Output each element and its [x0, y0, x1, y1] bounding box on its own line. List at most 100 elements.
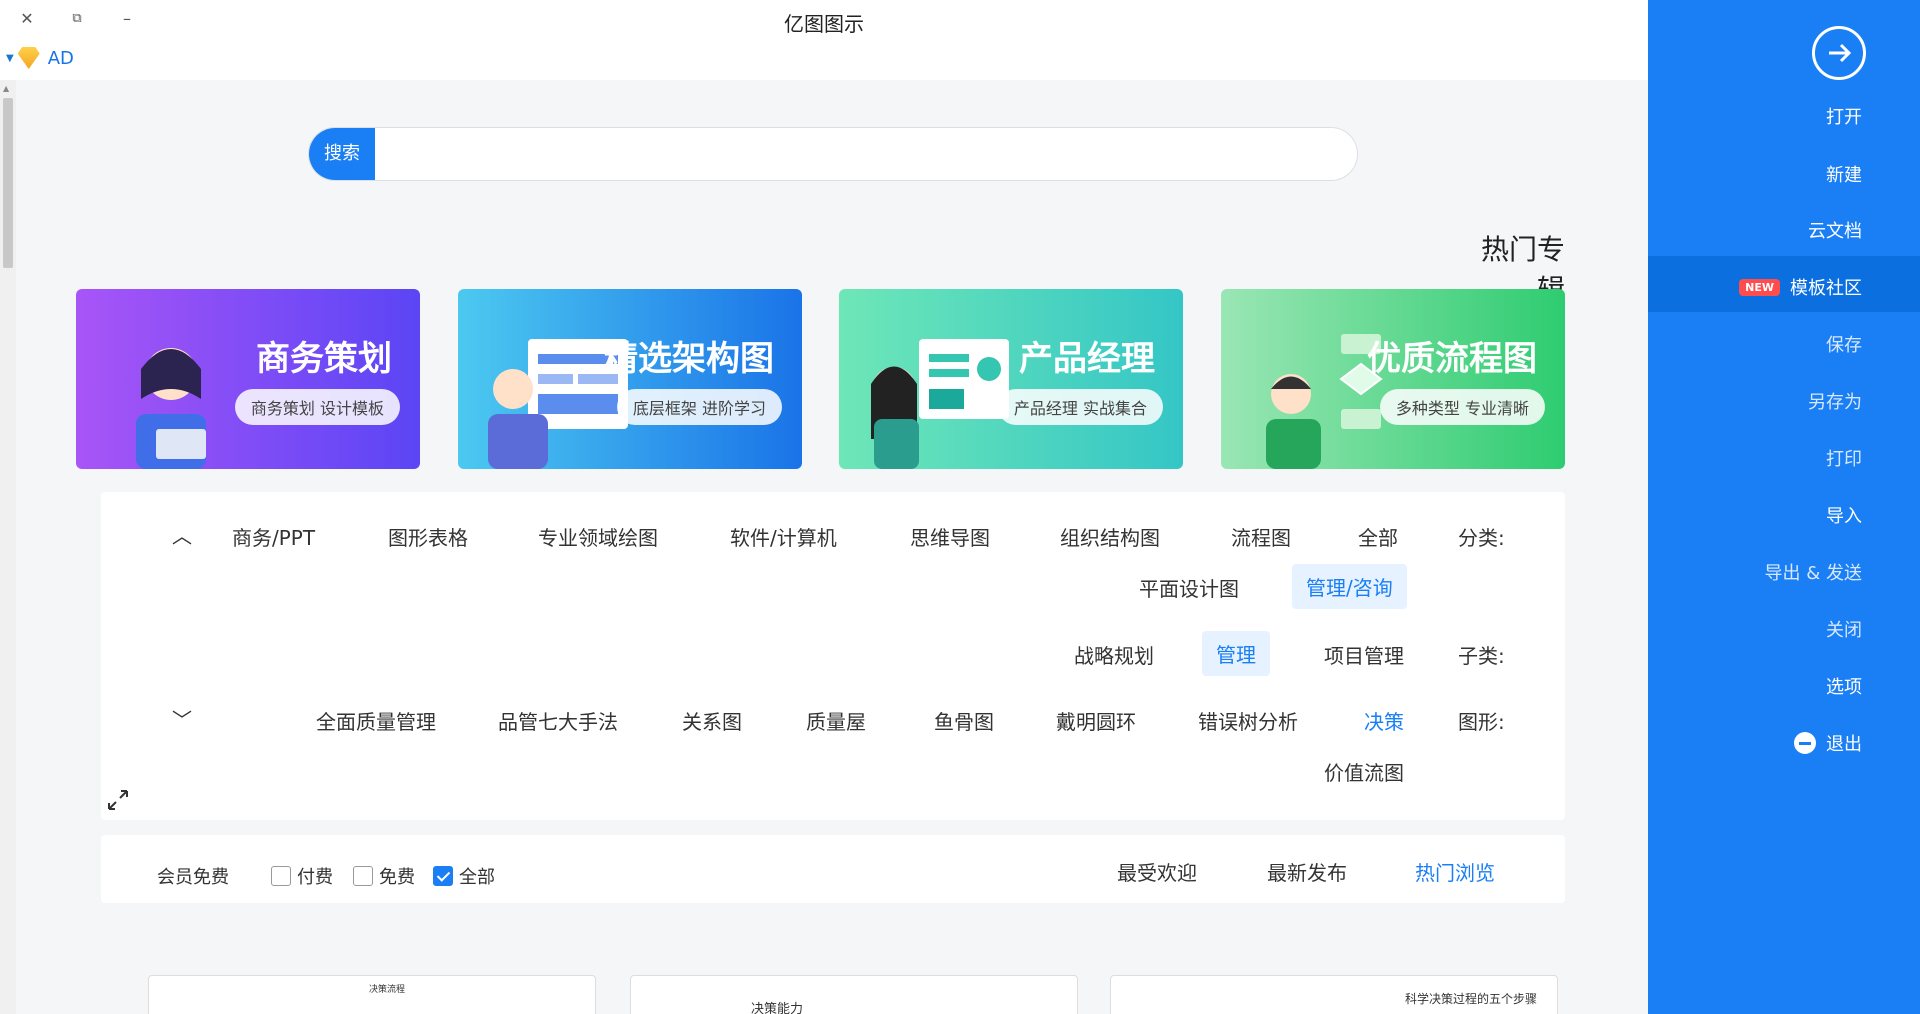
category-item[interactable]: 思维导图 [910, 522, 990, 551]
shape-item[interactable]: 价值流图 [1324, 757, 1404, 786]
checkbox-label: 会员免费 [157, 867, 229, 888]
account-label: AD [47, 47, 74, 69]
shape-item[interactable]: 全面质量管理 [316, 706, 436, 735]
sort-tab-newest[interactable]: 最新发布 [1267, 857, 1347, 886]
expand-chevron-icon[interactable]: ﹀ [172, 704, 192, 733]
sort-tab-hot[interactable]: 热门浏览 [1415, 857, 1495, 886]
sidebar-item-export[interactable]: 导出 & 发送 [1765, 559, 1862, 585]
category-label: 分类: [1458, 526, 1505, 550]
sort-bar: 热门浏览 最新发布 最受欢迎 全部 免费 付费 会员免费 [101, 835, 1565, 903]
category-item[interactable]: 专业领域绘图 [538, 522, 658, 551]
banner-subtitle: 商务策划 设计模板 [234, 389, 400, 425]
banner-business-plan[interactable]: 商务策划 商务策划 设计模板 [76, 289, 420, 469]
person-laptop-illustration [136, 348, 206, 469]
template-card[interactable]: 科学决策过程的五个步骤 [1110, 975, 1558, 1014]
category-item[interactable]: 图形表格 [388, 522, 468, 551]
template-card[interactable]: 决策能力 [630, 975, 1078, 1014]
search-button[interactable]: 搜索 [309, 128, 375, 180]
category-item[interactable]: 流程图 [1231, 522, 1291, 551]
subcategory-item-selected[interactable]: 管理 [1202, 631, 1270, 676]
card-title: 科学决策过程的五个步骤 [1404, 992, 1537, 1006]
sidebar-item-label: 打印 [1826, 449, 1862, 470]
sidebar-item-close[interactable]: 关闭 [1826, 616, 1862, 642]
app-title: 亿图图示 [784, 12, 864, 36]
sidebar-item-label: 导出 & 发送 [1764, 563, 1862, 584]
checkbox-icon [433, 866, 453, 886]
banner-title: 商务策划 [256, 339, 392, 379]
vip-gem-icon [17, 47, 40, 69]
banner-title: 精选架构图 [604, 339, 774, 379]
shape-label: 图形: [1458, 710, 1505, 734]
card-title: 决策流程 [369, 985, 406, 995]
sidebar-item-label: 模板社区 [1790, 278, 1862, 299]
sidebar-item-template-community[interactable]: NEW 模板社区 [1739, 274, 1862, 300]
card-title: 决策能力 [751, 1002, 804, 1014]
new-badge: NEW [1739, 278, 1780, 296]
sidebar-item-label: 保存 [1826, 335, 1862, 356]
sidebar-item-exit[interactable]: 退出 [1794, 730, 1862, 756]
sidebar-item-label: 导入 [1826, 506, 1862, 527]
category-item-selected[interactable]: 管理/咨询 [1292, 564, 1407, 609]
banner-subtitle: 多种类型 专业清晰 [1379, 389, 1545, 425]
checkbox-label: 全部 [459, 867, 495, 888]
subcategory-item[interactable]: 项目管理 [1324, 640, 1404, 669]
subcategory-item[interactable]: 战略规划 [1074, 640, 1154, 669]
category-item[interactable]: 平面设计图 [1139, 573, 1239, 602]
sidebar-item-label: 另存为 [1808, 392, 1862, 413]
banner-subtitle: 产品经理 实战集合 [997, 389, 1163, 425]
shape-item-selected[interactable]: 决策 [1364, 706, 1404, 735]
sidebar-item-label: 云文档 [1808, 221, 1862, 242]
scroll-up-icon[interactable]: ▲ [3, 84, 9, 93]
search-input[interactable] [377, 128, 1347, 180]
sidebar-item-import[interactable]: 导入 [1826, 502, 1862, 528]
sidebar-item-options[interactable]: 选项 [1826, 673, 1862, 699]
search-bar: 搜索 [308, 127, 1358, 181]
category-item[interactable]: 组织结构图 [1060, 522, 1160, 551]
expand-arrows-icon[interactable] [106, 788, 130, 812]
shape-item[interactable]: 关系图 [682, 706, 742, 735]
caret-down-icon: ▼ [6, 52, 14, 64]
scrollbar-thumb[interactable] [3, 98, 13, 268]
shape-item[interactable]: 鱼骨图 [934, 706, 994, 735]
sidebar-item-label: 打开 [1826, 107, 1862, 128]
sidebar-item-new[interactable]: 新建 [1826, 161, 1862, 187]
shape-item[interactable]: 品管七大手法 [498, 706, 618, 735]
category-item[interactable]: 全部 [1358, 522, 1398, 551]
category-item[interactable]: 商务/PPT [232, 522, 315, 551]
filter-member-free-checkbox[interactable]: 会员免费 [157, 863, 229, 889]
subcategory-label: 子类: [1458, 644, 1505, 668]
account-menu[interactable]: ▼ AD [6, 46, 74, 70]
sidebar-item-save[interactable]: 保存 [1826, 331, 1862, 357]
banner-product-manager[interactable]: 产品经理 产品经理 实战集合 [839, 289, 1183, 469]
filter-paid-checkbox[interactable]: 付费 [271, 863, 333, 889]
banner-architecture[interactable]: 精选架构图 底层框架 进阶学习 [458, 289, 802, 469]
exit-icon [1794, 732, 1816, 754]
checkbox-label: 付费 [297, 867, 333, 888]
filter-free-checkbox[interactable]: 免费 [353, 863, 415, 889]
filter-all-checkbox[interactable]: 全部 [433, 863, 495, 889]
shape-item[interactable]: 质量屋 [806, 706, 866, 735]
shape-item[interactable]: 戴明圆环 [1056, 706, 1136, 735]
sidebar-item-label: 新建 [1826, 165, 1862, 186]
banner-subtitle: 底层框架 进阶学习 [616, 389, 782, 425]
back-arrow-icon[interactable] [1812, 26, 1866, 80]
sidebar-item-label: 退出 [1826, 734, 1862, 755]
sidebar-item-print[interactable]: 打印 [1826, 445, 1862, 471]
presenter-illustration [871, 339, 1009, 469]
banner-title: 优质流程图 [1367, 339, 1537, 379]
template-card[interactable]: 决策流程 [148, 975, 596, 1014]
shape-item[interactable]: 错误树分析 [1198, 706, 1298, 735]
sidebar-item-label: 选项 [1826, 677, 1862, 698]
banner-flowchart[interactable]: 优质流程图 多种类型 专业清晰 [1221, 289, 1565, 469]
sidebar-item-open[interactable]: 打开 [1826, 103, 1862, 129]
checkbox-label: 免费 [379, 867, 415, 888]
checkbox-icon [353, 866, 373, 886]
category-item[interactable]: 软件/计算机 [730, 522, 837, 551]
sort-tab-popular[interactable]: 最受欢迎 [1117, 857, 1197, 886]
banner-title: 产品经理 [1019, 339, 1155, 379]
collapse-chevron-icon[interactable]: ︿ [172, 520, 192, 549]
sidebar-item-cloud[interactable]: 云文档 [1808, 217, 1862, 243]
sidebar [1648, 0, 1920, 1014]
sidebar-item-save-as[interactable]: 另存为 [1808, 388, 1862, 414]
vertical-scrollbar[interactable]: ▲ [0, 80, 16, 1014]
